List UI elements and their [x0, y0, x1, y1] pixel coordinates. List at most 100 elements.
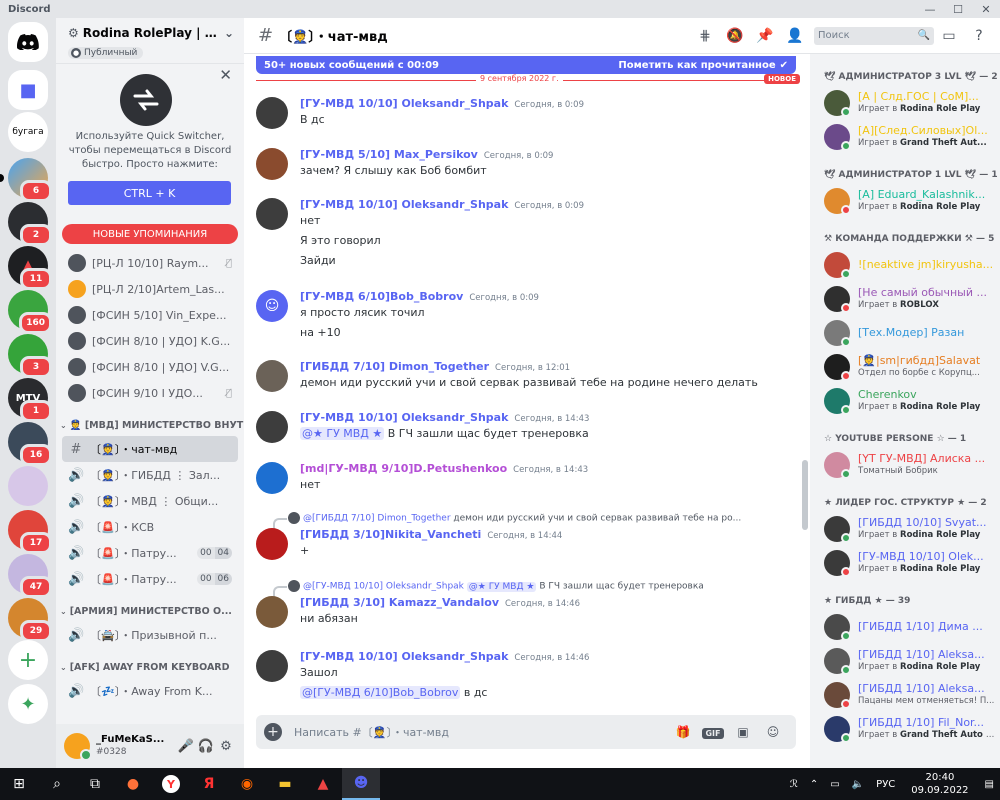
explore-servers-button[interactable]: ✦: [8, 684, 48, 724]
add-attachment-icon[interactable]: +: [264, 723, 282, 741]
avatar[interactable]: ☺: [256, 290, 288, 322]
server-mtv[interactable]: MTV 1: [8, 378, 52, 422]
avatar[interactable]: [256, 462, 288, 494]
message-author[interactable]: [ГИБДД 3/10] Kamazz_Vandalov: [300, 596, 499, 609]
minimize-button[interactable]: —: [916, 0, 944, 18]
members-icon[interactable]: 👤: [780, 28, 810, 44]
voice-channel[interactable]: 🔊 〔🚨〕・Патру... 00 04: [62, 540, 238, 566]
channel-chat-mvd[interactable]: # 〔👮〕・чат-мвд: [62, 436, 238, 462]
server-icon[interactable]: 6: [0, 158, 52, 202]
message-author[interactable]: [ГУ-МВД 10/10] Oleksandr_Shpak: [300, 650, 508, 663]
file-explorer-icon[interactable]: ▬: [266, 768, 304, 800]
message-author[interactable]: [ГУ-МВД 6/10]Bob_Bobrov: [300, 290, 463, 303]
yandex-browser-icon[interactable]: Y: [152, 768, 190, 800]
avatar[interactable]: [256, 596, 288, 628]
mark-read-button[interactable]: Пометить как прочитанное: [618, 60, 775, 71]
close-window-button[interactable]: ✕: [972, 0, 1000, 18]
message-input[interactable]: Написать #〔👮〕・чат-мвд: [294, 724, 668, 740]
yandex-icon[interactable]: Я: [190, 768, 228, 800]
task-view-icon[interactable]: ⧉: [76, 768, 114, 800]
app-icon[interactable]: ▲: [304, 768, 342, 800]
category-army[interactable]: ⌄ [АРМИЯ] МИНИСТЕРСТВО О...: [56, 600, 244, 622]
member-item[interactable]: ![neaktive jm]kiryusha...: [824, 250, 1000, 280]
member-item[interactable]: [A | Слд.ГОС | СоМ]... Играет в Rodina Ro…: [824, 88, 1000, 118]
server-folder[interactable]: ■: [8, 70, 48, 110]
message-composer[interactable]: + Написать #〔👮〕・чат-мвд 🎁 GIF ▣ ☺: [256, 715, 796, 749]
server-icon[interactable]: 160: [8, 290, 52, 334]
headphones-icon[interactable]: 🎧: [196, 739, 216, 754]
voice-user[interactable]: [ФСИН 9/10 I УДО... 🎙̸: [62, 380, 238, 406]
voice-channel[interactable]: 🔊 〔🚔〕・Призывной п...: [62, 622, 238, 648]
quick-switcher-button[interactable]: CTRL + K: [68, 181, 231, 205]
avatar[interactable]: [256, 97, 288, 129]
avatar[interactable]: [256, 148, 288, 180]
voice-channel[interactable]: 🔊 〔🚨〕・КСВ: [62, 514, 238, 540]
member-item[interactable]: [ГИБДД 1/10] Aleksa... Играет в Rodina Ro…: [824, 646, 1000, 676]
member-item[interactable]: [A] Eduard_Kalashnik... Играет в Rodina R…: [824, 186, 1000, 216]
add-server-button[interactable]: +: [8, 640, 48, 680]
person-icon[interactable]: ℛ: [790, 779, 798, 790]
gift-icon[interactable]: 🎁: [668, 725, 698, 739]
message-author[interactable]: [ГУ-МВД 5/10] Max_Persikov: [300, 148, 478, 161]
firefox-icon[interactable]: ●: [114, 768, 152, 800]
server-header[interactable]: ⚙ Rodina RolePlay | Bo... ⌄ ● Публичный: [56, 18, 244, 64]
server-icon[interactable]: 47: [8, 554, 52, 598]
scrollbar[interactable]: [802, 84, 808, 710]
threads-icon[interactable]: ⋕: [690, 28, 720, 44]
bell-muted-icon[interactable]: 🔕: [720, 28, 750, 44]
maximize-button[interactable]: ☐: [944, 0, 972, 18]
user-mention[interactable]: @[ГУ-МВД 6/10]Bob_Bobrov: [300, 686, 461, 699]
notifications-icon[interactable]: ▤: [985, 779, 994, 790]
reply-preview[interactable]: @[ГУ-МВД 10/10] Oleksandr_Shpak @★ ГУ МВ…: [288, 580, 704, 592]
gear-icon[interactable]: ⚙: [216, 739, 236, 754]
voice-user[interactable]: [ФСИН 8/10 | УДО] K.G...: [62, 328, 238, 354]
member-item[interactable]: [Не самый обычный ... Играет в ROBLOX: [824, 284, 1000, 314]
member-item[interactable]: [ГИБДД 1/10] Fil_Nor... Играет в Grand Th…: [824, 714, 1000, 744]
reply-preview[interactable]: @[ГИБДД 7/10] Dimon_Together демон иди р…: [288, 512, 741, 524]
server-icon[interactable]: 16: [8, 422, 52, 466]
member-item[interactable]: [ГИБДД 10/10] Svyat... Играет в Rodina Ro…: [824, 514, 1000, 544]
category-afk[interactable]: ⌄ [AFK] AWAY FROM KEYBOARD: [56, 656, 244, 678]
member-item[interactable]: [Тех.Модер] Разан: [824, 318, 1000, 348]
voice-channel[interactable]: 🔊 〔👮〕・МВД ⋮ Общи...: [62, 488, 238, 514]
voice-channel[interactable]: 🔊 〔🚨〕・Патру... 00 06: [62, 566, 238, 592]
chevron-up-icon[interactable]: ⌃: [810, 779, 818, 790]
clock[interactable]: 20:40 09.09.2022: [911, 771, 968, 797]
volume-icon[interactable]: 🔈: [852, 779, 864, 790]
voice-channel[interactable]: 🔊 〔👮〕・ГИБДД ⋮ Зал...: [62, 462, 238, 488]
message-author[interactable]: [ГУ-МВД 10/10] Oleksandr_Shpak: [300, 97, 508, 110]
message-author[interactable]: [ГИБДД 7/10] Dimon_Together: [300, 360, 489, 373]
avatar[interactable]: [256, 198, 288, 230]
help-icon[interactable]: ?: [964, 28, 994, 44]
member-item[interactable]: Cherenkov Играет в Rodina Role Play: [824, 386, 1000, 416]
server-icon[interactable]: [8, 466, 48, 506]
avatar[interactable]: [64, 733, 92, 761]
server-icon[interactable]: 3: [8, 334, 52, 378]
message-author[interactable]: [ГИБДД 3/10]Nikita_Vancheti: [300, 528, 481, 541]
voice-user[interactable]: [РЦ-Л 2/10]Artem_Las...: [62, 276, 238, 302]
member-item[interactable]: [YT ГУ-МВД] Алиска ... Томатный Бобрик: [824, 450, 1000, 480]
avatar[interactable]: [256, 360, 288, 392]
server-icon[interactable]: ▲ 11: [8, 246, 52, 290]
microphone-icon[interactable]: 🎤: [176, 739, 196, 754]
network-icon[interactable]: ▭: [830, 779, 839, 790]
member-item[interactable]: [ГИБДД 1/10] Aleksa... Пацаны мем отменяе…: [824, 680, 1000, 710]
scrollbar-thumb[interactable]: [802, 460, 808, 530]
start-icon[interactable]: ⊞: [0, 768, 38, 800]
pin-icon[interactable]: 📌: [750, 28, 780, 44]
search-icon[interactable]: ⌕: [38, 768, 76, 800]
new-messages-bar[interactable]: 50+ новых сообщений с 00:09 Пометить как…: [256, 56, 796, 74]
voice-user[interactable]: [ФСИН 8/10 | УДО] V.G...: [62, 354, 238, 380]
role-mention[interactable]: @★ ГУ МВД ★: [300, 427, 385, 440]
voice-channel[interactable]: 🔊 〔💤〕・Away From K...: [62, 678, 238, 704]
close-icon[interactable]: ✕: [219, 66, 232, 84]
inbox-icon[interactable]: ▭: [934, 28, 964, 44]
server-icon[interactable]: 2: [8, 202, 52, 246]
sticker-icon[interactable]: ▣: [728, 725, 758, 739]
message-author[interactable]: [ГУ-МВД 10/10] Oleksandr_Shpak: [300, 411, 508, 424]
voice-user[interactable]: [РЦ-Л 10/10] Raym... 🎙̸: [62, 250, 238, 276]
voice-user[interactable]: [ФСИН 5/10] Vin_Expe...: [62, 302, 238, 328]
server-icon[interactable]: 17: [8, 510, 52, 554]
new-mentions-button[interactable]: НОВЫЕ УПОМИНАНИЯ: [62, 224, 238, 244]
server-bugaga[interactable]: бугага: [8, 112, 48, 152]
